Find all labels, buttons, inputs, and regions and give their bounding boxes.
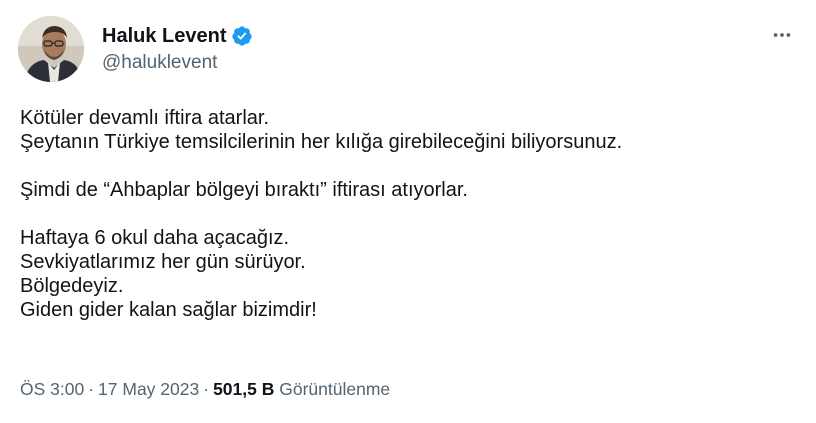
tweet-time-link[interactable]: ÖS 3:00 · 17 May 2023 <box>20 379 199 399</box>
avatar[interactable] <box>18 16 84 82</box>
tweet-line: Şimdi de “Ahbaplar bölgeyi bıraktı” ifti… <box>20 179 468 201</box>
verified-badge-icon <box>231 25 253 47</box>
tweet-line: Bölgedeyiz. <box>20 275 124 297</box>
author-name-row: Haluk Levent <box>102 24 253 48</box>
author-display-name[interactable]: Haluk Levent <box>102 24 226 48</box>
views-label: Görüntülenme <box>279 379 391 399</box>
views-count: 501,5 B <box>213 379 275 399</box>
author-handle[interactable]: @haluklevent <box>102 51 217 75</box>
profile-photo <box>18 16 84 82</box>
meta-separator: · <box>88 379 95 399</box>
tweet-text: Kötüler devamlı iftira atarlar. Şeytanın… <box>20 106 796 322</box>
views-link[interactable]: 501,5 B Görüntülenme <box>213 379 390 399</box>
tweet-time: ÖS 3:00 <box>20 379 85 399</box>
meta-separator: · <box>203 379 210 399</box>
tweet-date: 17 May 2023 <box>98 379 200 399</box>
tweet-card: Haluk Levent @haluklevent Kötüler devaml… <box>0 0 816 423</box>
tweet-line-blank <box>20 154 796 178</box>
tweet-line: Kötüler devamlı iftira atarlar. <box>20 107 269 129</box>
tweet-line: Giden gider kalan sağlar bizimdir! <box>20 299 317 321</box>
tweet-line: Sevkiyatlarımız her gün sürüyor. <box>20 251 306 273</box>
tweet-line: Şeytanın Türkiye temsilcilerinin her kıl… <box>20 131 623 153</box>
more-horizontal-icon <box>773 33 791 37</box>
more-options-button[interactable] <box>762 20 802 50</box>
tweet-line: Haftaya 6 okul daha açacağız. <box>20 227 290 249</box>
tweet-meta: ÖS 3:00 · 17 May 2023 · 501,5 B Görüntülenme <box>20 377 390 401</box>
tweet-line-blank <box>20 202 796 226</box>
